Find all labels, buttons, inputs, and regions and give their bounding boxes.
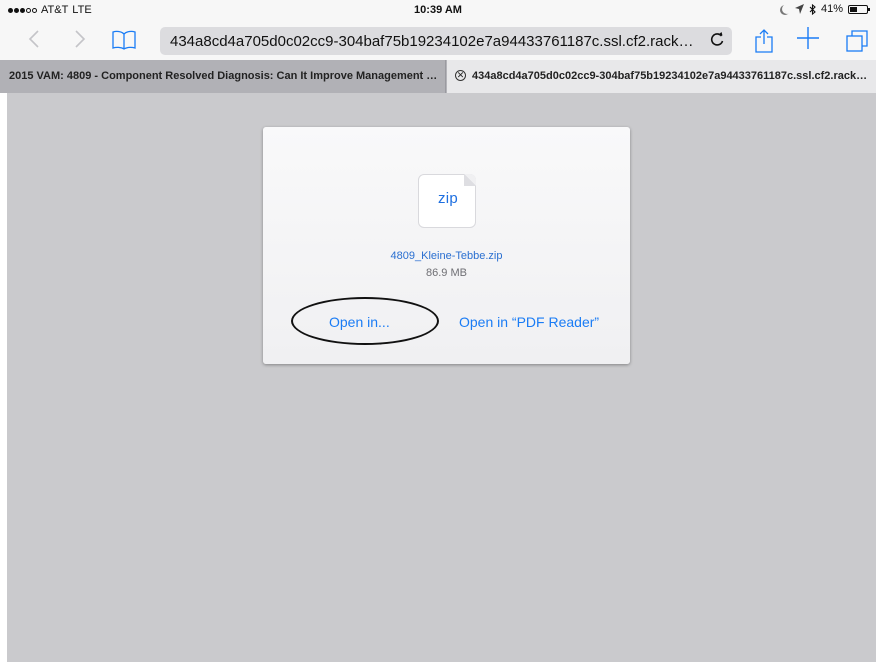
do-not-disturb-icon (782, 4, 792, 14)
status-indicators: 41% (780, 3, 870, 15)
browser-toolbar: 434a8cd4a705d0c02cc9-304baf75b19234102e7… (0, 22, 876, 60)
download-dialog: zip 4809_Kleine-Tebbe.zip 86.9 MB Open i… (263, 127, 630, 364)
forward-button[interactable] (74, 26, 86, 56)
address-bar[interactable]: 434a8cd4a705d0c02cc9-304baf75b19234102e7… (160, 27, 732, 55)
tab-vam-4809[interactable]: 2015 VAM: 4809 - Component Resolved Diag… (0, 60, 446, 93)
chevron-left-icon (28, 30, 39, 48)
page-content: zip 4809_Kleine-Tebbe.zip 86.9 MB Open i… (7, 93, 876, 662)
open-in-button[interactable]: Open in... (329, 314, 390, 330)
open-in-pdf-reader-button[interactable]: Open in “PDF Reader” (459, 314, 599, 330)
reload-button[interactable] (710, 32, 724, 51)
share-button[interactable] (755, 29, 773, 59)
file-size: 86.9 MB (426, 267, 467, 279)
battery-percentage: 41% (820, 3, 843, 15)
show-tabs-button[interactable] (846, 30, 868, 60)
address-text: 434a8cd4a705d0c02cc9-304baf75b19234102e7… (170, 33, 700, 50)
tab-title: 2015 VAM: 4809 - Component Resolved Diag… (9, 70, 441, 82)
close-tab-icon[interactable]: ✕ (455, 69, 466, 81)
back-button[interactable] (28, 26, 40, 56)
battery-icon (848, 4, 870, 14)
book-icon (112, 30, 136, 50)
chevron-right-icon (75, 30, 86, 48)
file-name: 4809_Kleine-Tebbe.zip (390, 250, 503, 262)
zip-file-icon: zip (418, 174, 476, 228)
status-time: 10:39 AM (414, 4, 462, 16)
location-icon (794, 4, 804, 14)
file-extension: zip (437, 190, 459, 207)
status-bar: AT&T LTE 10:39 AM 41% (0, 0, 876, 22)
share-icon (755, 29, 773, 53)
reload-icon (710, 32, 724, 46)
tab-title: 434a8cd4a705d0c02cc9-304baf75b19234102e7… (472, 70, 872, 82)
bluetooth-icon (809, 3, 816, 15)
plus-icon (797, 27, 819, 49)
new-tab-button[interactable] (796, 24, 820, 54)
tabs-icon (846, 30, 868, 52)
tab-strip: 2015 VAM: 4809 - Component Resolved Diag… (0, 60, 876, 93)
bookmarks-button[interactable] (112, 30, 136, 60)
tab-rackcdn[interactable]: ✕ 434a8cd4a705d0c02cc9-304baf75b19234102e… (447, 60, 876, 93)
